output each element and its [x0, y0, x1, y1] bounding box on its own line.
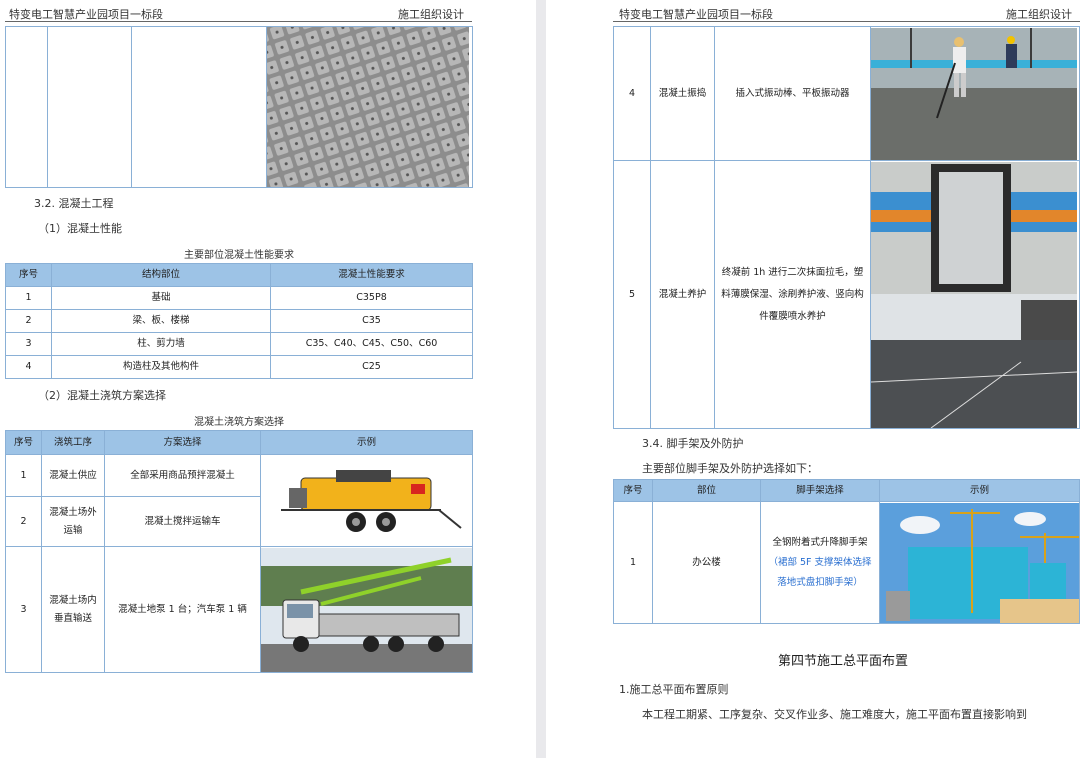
header-doc-type: 施工组织设计	[1006, 8, 1072, 21]
rebar-mesh-photo	[266, 26, 473, 188]
table-cell: 梁、板、楼梯	[51, 309, 271, 333]
table-cell: 3	[5, 546, 42, 673]
table-header: 示例	[260, 430, 473, 455]
building-scaffold-photo	[879, 501, 1080, 624]
table-cell: C35、C40、C45、C50、C60	[270, 332, 473, 356]
section-heading: 3.2. 混凝土工程	[34, 197, 114, 210]
table-cell: 办公楼	[652, 501, 761, 624]
table-cell: 全部采用商品预拌混凝土	[104, 454, 261, 497]
table-header: 结构部位	[51, 263, 271, 287]
table-cell: C25	[270, 355, 473, 379]
concrete-process-table-continued: 4 混凝土振捣 插入式振动棒、平板振动器 5 混凝土养护 终凝前 1h 进行二次…	[613, 26, 1080, 429]
paragraph: 主要部位脚手架及外防护选择如下：	[642, 462, 818, 475]
subheading: （2）混凝土浇筑方案选择	[38, 389, 166, 402]
scaffold-choice: 全钢附着式升降脚手架	[772, 536, 868, 548]
table-header: 序号	[613, 479, 653, 502]
table-cell: 2	[5, 309, 52, 333]
concrete-pump-photo	[260, 454, 473, 547]
scaffold-note: （裙部 5F 支撑架体选择落地式盘扣脚手架）	[768, 556, 872, 588]
table-cell: 混凝土振捣	[650, 26, 715, 161]
section-heading: 3.4. 脚手架及外防护	[642, 437, 744, 450]
table-cell: 1	[5, 454, 42, 497]
table-header: 序号	[5, 430, 42, 455]
table-cell: 混凝土地泵 1 台；汽车泵 1 辆	[104, 546, 261, 673]
table-header: 示例	[879, 479, 1080, 502]
table-cell: 2	[5, 496, 42, 547]
table-cell: 混凝土供应	[41, 454, 105, 497]
table-cell: C35P8	[270, 286, 473, 310]
table-cell: 混凝土搅拌运输车	[104, 496, 261, 547]
header-project-title: 特变电工智慧产业园项目一标段	[9, 8, 163, 21]
table-header: 浇筑工序	[41, 430, 105, 455]
table-header: 部位	[652, 479, 761, 502]
table-cell: 混凝土养护	[650, 160, 715, 429]
table-header: 方案选择	[104, 430, 261, 455]
table-caption: 混凝土浇筑方案选择	[194, 417, 284, 428]
table-row: 1 办公楼 全钢附着式升降脚手架 （裙部 5F 支撑架体选择落地式盘扣脚手架）	[613, 501, 1080, 624]
table-cell: C35	[270, 309, 473, 333]
table-cell: 混凝土场外运输	[41, 496, 105, 547]
table-row: 3 柱、剪力墙 C35、C40、C45、C50、C60	[5, 332, 473, 356]
pump-truck-photo	[260, 546, 473, 673]
table-row: 3 混凝土场内垂直输送 混凝土地泵 1 台；汽车泵 1 辆	[5, 546, 473, 673]
concrete-pouring-table: 序号 浇筑工序 方案选择 示例 1 混凝土供应 全部采用商品预拌混凝土 2 混凝…	[5, 430, 473, 673]
header-rule	[5, 21, 472, 22]
table-row: 1 基础 C35P8	[5, 286, 473, 310]
document-page-right: 特变电工智慧产业园项目一标段 施工组织设计 4 混凝土振捣 插入式振动棒、平板振…	[546, 0, 1080, 758]
table-cell	[47, 26, 132, 188]
table-cell: 全钢附着式升降脚手架 （裙部 5F 支撑架体选择落地式盘扣脚手架）	[760, 501, 880, 624]
table-cell: 4	[5, 355, 52, 379]
curing-photos	[870, 160, 1080, 429]
table-cell: 1	[5, 286, 52, 310]
table-cell	[131, 26, 267, 188]
table-cell: 基础	[51, 286, 271, 310]
header-project-title: 特变电工智慧产业园项目一标段	[619, 8, 773, 21]
subheading: （1）混凝土性能	[38, 222, 122, 235]
table-header: 序号	[5, 263, 52, 287]
table-cell: 插入式振动棒、平板振动器	[714, 26, 871, 161]
table-cell: 混凝土场内垂直输送	[41, 546, 105, 673]
table-header: 混凝土性能要求	[270, 263, 473, 287]
header-doc-type: 施工组织设计	[398, 8, 464, 21]
header-rule	[613, 21, 1080, 22]
table-row: 1 混凝土供应 全部采用商品预拌混凝土	[5, 454, 473, 547]
table-row: 2 梁、板、楼梯 C35	[5, 309, 473, 333]
table-cell: 4	[613, 26, 651, 161]
paragraph: 本工程工期紧、工序复杂、交叉作业多、施工难度大，施工平面布置直接影响到	[642, 708, 1027, 721]
scaffolding-table: 序号 部位 脚手架选择 示例 1 办公楼 全钢附着式升降脚手架 （裙部 5F 支…	[613, 479, 1080, 624]
table-cell: 构造柱及其他构件	[51, 355, 271, 379]
document-page-left: 特变电工智慧产业园项目一标段 施工组织设计 3.2. 混凝土工程 （1）混凝土性…	[0, 0, 536, 758]
continued-table	[5, 26, 473, 188]
table-caption: 主要部位混凝土性能要求	[184, 250, 294, 261]
table-cell: 3	[5, 332, 52, 356]
table-cell	[5, 26, 48, 188]
table-header: 脚手架选择	[760, 479, 880, 502]
table-row: 4 混凝土振捣 插入式振动棒、平板振动器	[613, 26, 1080, 161]
table-cell: 柱、剪力墙	[51, 332, 271, 356]
vibration-work-photo	[870, 26, 1080, 161]
table-cell: 5	[613, 160, 651, 429]
table-cell: 终凝前 1h 进行二次抹面拉毛，塑料薄膜保湿、涂刷养护液、竖向构件覆膜喷水养护	[714, 160, 871, 429]
chapter-title: 第四节施工总平面布置	[778, 654, 909, 669]
concrete-performance-table: 序号 结构部位 混凝土性能要求 1 基础 C35P8 2 梁、板、楼梯 C35 …	[5, 263, 473, 379]
table-row: 5 混凝土养护 终凝前 1h 进行二次抹面拉毛，塑料薄膜保湿、涂刷养护液、竖向构…	[613, 160, 1080, 429]
table-cell: 1	[613, 501, 653, 624]
table-row: 4 构造柱及其他构件 C25	[5, 355, 473, 379]
numbered-heading: 1.施工总平面布置原则	[619, 683, 729, 696]
